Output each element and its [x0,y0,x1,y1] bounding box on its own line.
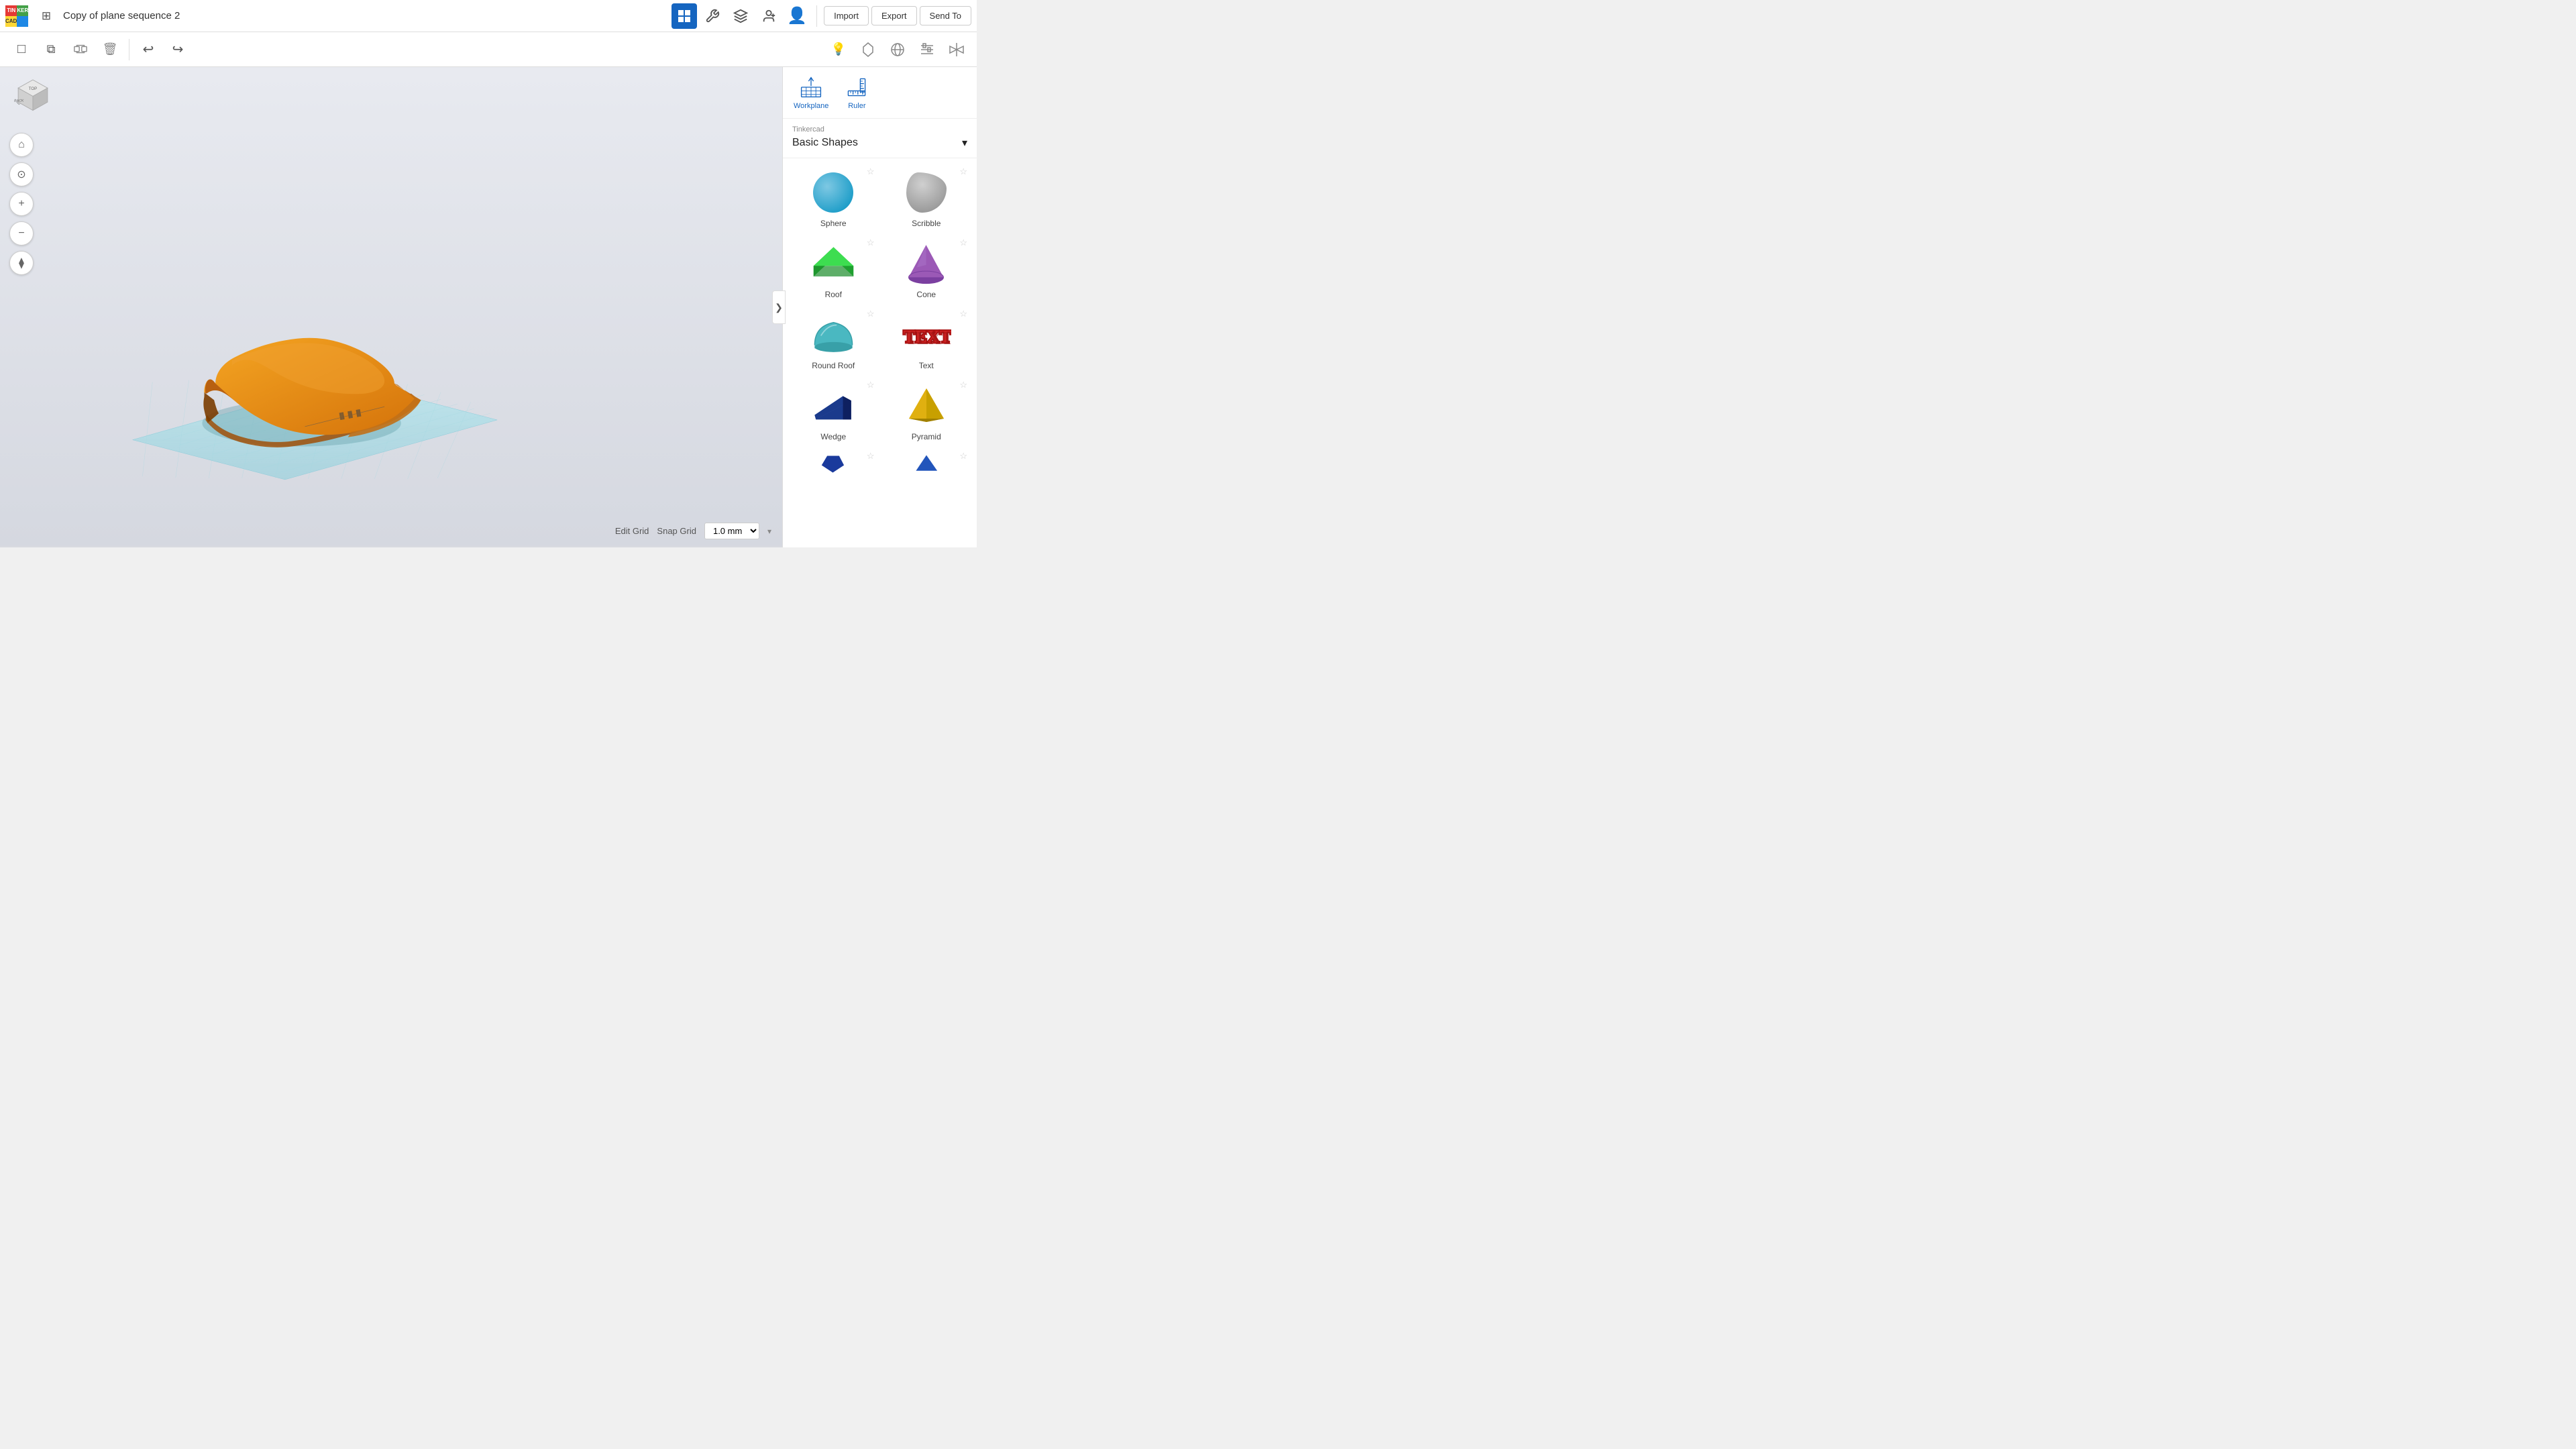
ruler-button[interactable]: Ruler [845,75,869,110]
zoom-in-button[interactable]: + [9,192,34,216]
ruler-label: Ruler [848,102,865,110]
shapes-grid: ☆ Sphere ☆ Scribble ☆ [783,158,977,486]
shape-item-cone[interactable]: ☆ Cone [881,235,972,303]
main-area: BACK TOP BACK ⌂ ⊙ + − ⧫ [0,67,977,547]
delete-button[interactable]: 🗑 [97,36,123,63]
orientation-cube[interactable]: BACK TOP BACK [9,75,56,122]
shape-item-text[interactable]: ☆ TEXT TEXT Text [881,306,972,374]
star-pyramid-button[interactable]: ☆ [959,380,967,390]
mirror-button[interactable] [945,38,969,62]
wireframe-button[interactable] [885,38,910,62]
pyramid-icon [900,382,953,429]
viewport[interactable]: BACK TOP BACK ⌂ ⊙ + − ⧫ [0,67,782,547]
sendto-button[interactable]: Send To [920,6,971,25]
edit-grid-link[interactable]: Edit Grid [615,526,649,536]
shape-toggle-button[interactable] [856,38,880,62]
grid-view-button[interactable] [672,3,697,29]
bottom-controls: Edit Grid Snap Grid 1.0 mm 0.5 mm 2.0 mm… [615,523,771,539]
dropdown-arrow-icon: ▾ [962,136,967,150]
sphere-icon [806,169,860,216]
pyramid-label: Pyramid [912,432,941,441]
shape-item-roof[interactable]: ☆ Roof [788,235,879,303]
workplane-button[interactable]: Workplane [794,75,828,110]
snap-dropdown-arrow[interactable]: ▾ [767,527,771,536]
project-title: Copy of plane sequence 2 [63,10,672,21]
cone-icon [900,240,953,287]
tools-button[interactable] [700,3,725,29]
wedge-label: Wedge [820,432,846,441]
scribble-icon [900,169,953,216]
export-button[interactable]: Export [871,6,917,25]
panel-top-icons: Workplane [783,67,977,119]
layers-button[interactable] [728,3,753,29]
svg-text:TOP: TOP [29,87,37,91]
topbar: TIN KER CAD ⊞ Copy of plane sequence 2 [0,0,977,32]
workplane-label: Workplane [794,102,828,110]
snap-grid-label: Snap Grid [657,526,696,536]
redo-button[interactable]: ↪ [164,36,191,63]
toolbar: □ ⧉ 🗑 ↩ ↪ 💡 [0,32,977,67]
home-view-button[interactable]: ⌂ [9,133,34,157]
shape-item-wedge[interactable]: ☆ Wedge [788,377,879,445]
right-panel: Workplane [782,67,977,547]
cone-label: Cone [916,290,936,299]
toolbar-right: 💡 [826,38,969,62]
star-sphere-button[interactable]: ☆ [867,166,875,177]
top-right-buttons: 👤 Import Export Send To [672,3,971,29]
panel-collapse-handle[interactable]: ❯ [772,290,786,324]
partial-shape-1-icon [806,453,860,477]
copy-button[interactable]: ⧉ [38,36,64,63]
roof-icon [806,240,860,287]
3d-scene: ▐▌▐▌▐▌ [0,67,782,547]
left-controls: BACK TOP BACK ⌂ ⊙ + − ⧫ [9,75,56,275]
star-wedge-button[interactable]: ☆ [867,380,875,390]
star-partial-2-button[interactable]: ☆ [959,451,967,462]
text-3d-label: Text [919,361,934,370]
star-partial-1-button[interactable]: ☆ [867,451,875,462]
grid-list-toggle-button[interactable]: ⊞ [34,3,59,29]
perspective-button[interactable]: ⧫ [9,251,34,275]
scribble-label: Scribble [912,219,941,228]
panel-dropdown: Tinkercad Basic Shapes ▾ [783,119,977,158]
shape-item-scribble[interactable]: ☆ Scribble [881,164,972,232]
zoom-out-button[interactable]: − [9,221,34,246]
add-user-button[interactable] [756,3,782,29]
group-button[interactable] [67,36,94,63]
new-button[interactable]: □ [8,36,35,63]
shape-category-label: Basic Shapes [792,137,858,149]
undo-button[interactable]: ↩ [135,36,162,63]
fit-view-button[interactable]: ⊙ [9,162,34,186]
snap-grid-select[interactable]: 1.0 mm 0.5 mm 2.0 mm [704,523,759,539]
align-button[interactable] [915,38,939,62]
star-round-roof-button[interactable]: ☆ [867,309,875,319]
shape-item-partial-2[interactable]: ☆ [881,448,972,481]
star-cone-button[interactable]: ☆ [959,237,967,248]
star-text-button[interactable]: ☆ [959,309,967,319]
wedge-icon [806,382,860,429]
logo: TIN KER CAD [5,5,27,27]
shape-category-dropdown[interactable]: Basic Shapes ▾ [792,135,967,151]
shape-item-pyramid[interactable]: ☆ Pyramid [881,377,972,445]
shape-item-partial-1[interactable]: ☆ [788,448,879,481]
shape-item-round-roof[interactable]: ☆ Round Roof [788,306,879,374]
svg-text:TEXT: TEXT [906,329,951,348]
star-roof-button[interactable]: ☆ [867,237,875,248]
sphere-label: Sphere [820,219,847,228]
profile-button[interactable]: 👤 [784,3,810,29]
round-roof-label: Round Roof [812,361,855,370]
round-roof-icon [806,311,860,358]
text-3d-icon: TEXT TEXT [900,311,953,358]
light-button[interactable]: 💡 [826,38,851,62]
shape-item-sphere[interactable]: ☆ Sphere [788,164,879,232]
partial-shape-2-icon [900,453,953,477]
svg-text:BACK: BACK [14,99,25,103]
import-button[interactable]: Import [824,6,869,25]
dropdown-sublabel: Tinkercad [792,125,967,133]
star-scribble-button[interactable]: ☆ [959,166,967,177]
roof-label: Roof [825,290,842,299]
